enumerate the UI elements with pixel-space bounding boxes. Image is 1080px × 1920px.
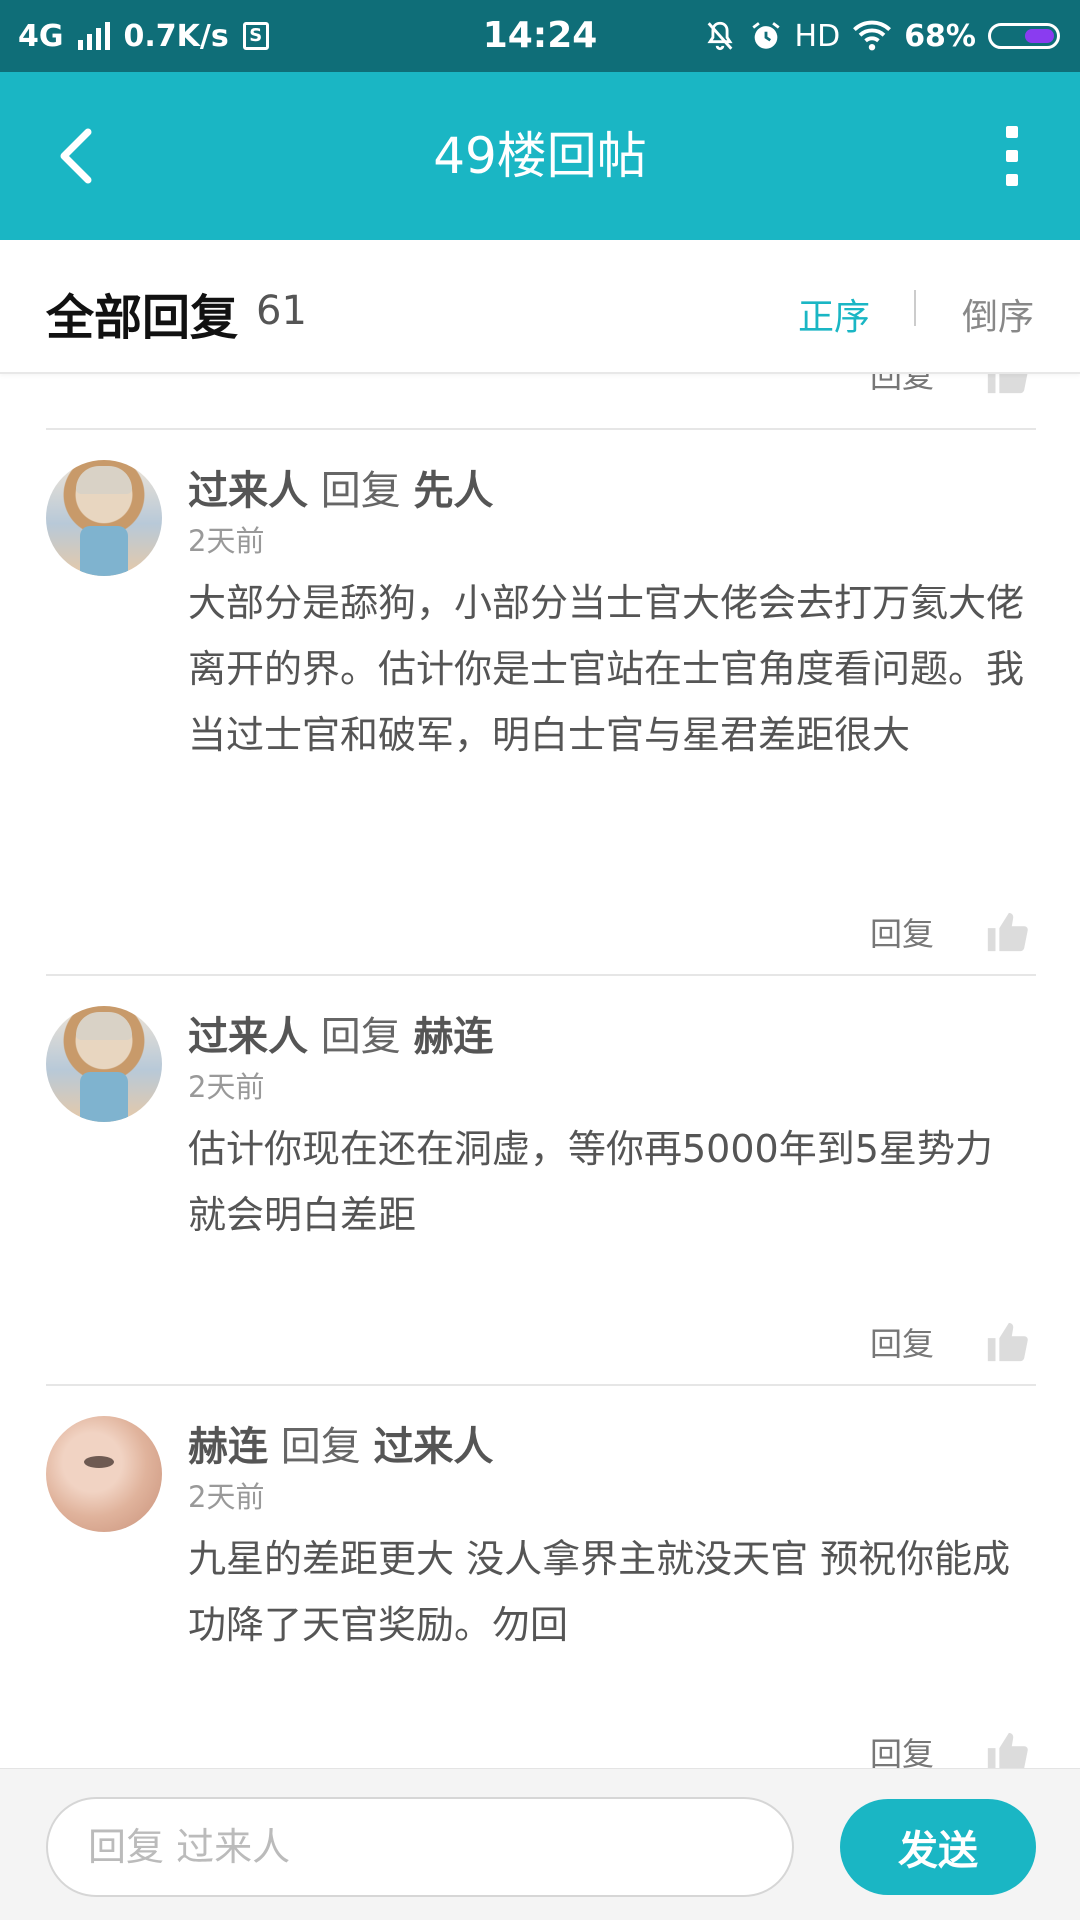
reply-button[interactable]: 回复	[870, 374, 934, 397]
reply-list[interactable]: 回复 过来人 回复 先人 2天前 大部分是舔狗，小部分当士官大佬会去打万氦大佬离…	[0, 374, 1080, 1768]
target-name[interactable]: 过来人	[373, 1424, 493, 1470]
reply-verb: 回复	[308, 468, 414, 514]
thumbs-up-icon[interactable]	[984, 1729, 1030, 1768]
sort-descending-button[interactable]: 倒序	[962, 288, 1034, 340]
reply-text: 九星的差距更大 没人拿界主就没天官 预祝你能成功降了天官奖励。勿回	[188, 1537, 1011, 1647]
battery-percent: 68%	[904, 18, 976, 54]
reply-text: 估计你现在还在洞虚，等你再5000年到5星势力就会明白差距	[188, 1127, 993, 1237]
page-title: 49楼回帖	[433, 127, 647, 185]
wifi-icon	[853, 20, 892, 51]
reply-header: 过来人 回复 先人	[188, 458, 493, 516]
thumbs-up-icon[interactable]	[984, 1319, 1030, 1365]
author-name[interactable]: 过来人	[188, 1014, 308, 1060]
target-name[interactable]: 赫连	[413, 1014, 493, 1060]
send-button[interactable]: 发送	[840, 1799, 1036, 1895]
status-bar: 4G 0.7K/s S 14:24 HD 68%	[0, 0, 1080, 72]
timestamp: 2天前	[188, 1070, 265, 1104]
reply-text: 大部分是舔狗，小部分当士官大佬会去打万氦大佬离开的界。估计你是士官站在士官角度看…	[188, 581, 1025, 757]
reply-button[interactable]: 回复	[870, 1319, 934, 1365]
thumbs-up-icon[interactable]	[984, 909, 1030, 955]
hd-indicator: HD	[794, 18, 841, 54]
reply-actions: 回复	[870, 374, 1030, 404]
reply-button[interactable]: 回复	[870, 1729, 934, 1768]
reply-composer: 发送	[0, 1768, 1080, 1920]
avatar[interactable]	[46, 1416, 162, 1532]
status-right: HD 68%	[703, 0, 1060, 72]
avatar[interactable]	[46, 1006, 162, 1122]
reply-actions: 回复	[870, 1312, 1030, 1372]
reply-verb: 回复	[308, 1014, 414, 1060]
alarm-icon	[751, 22, 780, 49]
replies-section-header: 全部回复 61 正序 倒序	[0, 240, 1080, 374]
reply-actions: 回复	[870, 1722, 1030, 1768]
sort-ascending-button[interactable]: 正序	[798, 288, 870, 340]
section-title: 全部回复	[46, 290, 239, 346]
timestamp: 2天前	[188, 524, 265, 558]
reply-actions: 回复	[870, 902, 1030, 962]
author-name[interactable]: 过来人	[188, 468, 308, 514]
reply-header: 赫连 回复 过来人	[188, 1414, 493, 1472]
author-name[interactable]: 赫连	[188, 1424, 268, 1470]
app-header: 49楼回帖	[0, 72, 1080, 240]
reply-button[interactable]: 回复	[870, 909, 934, 955]
target-name[interactable]: 先人	[413, 468, 493, 514]
reply-input[interactable]	[46, 1797, 794, 1897]
avatar[interactable]	[46, 460, 162, 576]
list-item: 赫连 回复 过来人 2天前 九星的差距更大 没人拿界主就没天官 预祝你能成功降了…	[0, 1386, 1080, 1768]
list-item: 过来人 回复 先人 2天前 大部分是舔狗，小部分当士官大佬会去打万氦大佬离开的界…	[0, 430, 1080, 953]
battery-icon	[988, 23, 1060, 49]
more-button[interactable]	[992, 126, 1032, 186]
thumbs-up-icon[interactable]	[984, 374, 1030, 397]
reply-verb: 回复	[268, 1424, 374, 1470]
sort-divider	[914, 290, 916, 326]
reply-count: 61	[256, 288, 307, 334]
more-vertical-icon	[1006, 126, 1018, 138]
timestamp: 2天前	[188, 1480, 265, 1514]
mute-bell-icon	[706, 21, 733, 51]
reply-header: 过来人 回复 赫连	[188, 1004, 493, 1062]
list-item: 回复	[0, 374, 1080, 404]
list-item: 过来人 回复 赫连 2天前 估计你现在还在洞虚，等你再5000年到5星势力就会明…	[0, 976, 1080, 1386]
